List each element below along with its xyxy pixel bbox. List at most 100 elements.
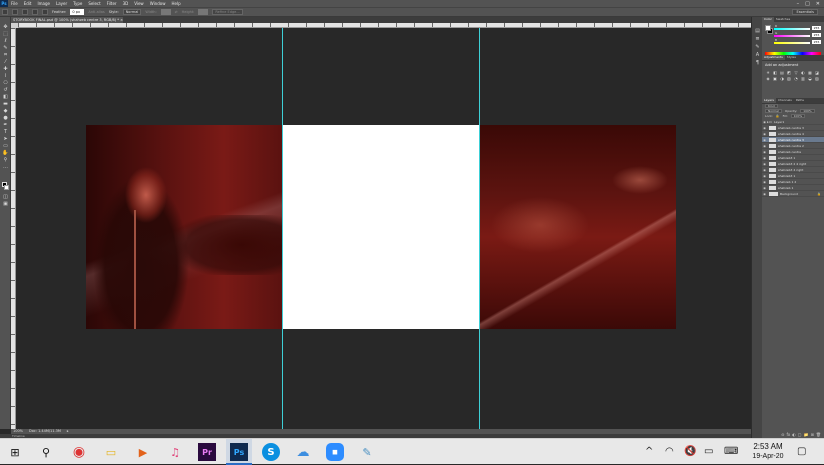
premiere-icon[interactable]: Pr: [198, 443, 216, 461]
marquee-tool-icon[interactable]: ⬚: [2, 32, 9, 37]
guide-line-right[interactable]: [479, 28, 480, 429]
clone-stamp-tool-icon[interactable]: ⎔: [2, 81, 9, 86]
chrome-icon[interactable]: ◉: [70, 443, 88, 461]
hand-tool-icon[interactable]: ✋: [2, 151, 9, 156]
new-selection-icon[interactable]: [12, 9, 18, 15]
lock-icon[interactable]: 🔒: [776, 114, 780, 119]
fill-input[interactable]: 100%: [790, 114, 806, 118]
menu-type[interactable]: Type: [70, 1, 85, 6]
feather-input[interactable]: 0 px: [70, 9, 85, 15]
onedrive-icon[interactable]: ☁: [294, 443, 312, 461]
blend-mode-select[interactable]: Normal: [765, 109, 782, 113]
minimize-button[interactable]: –: [797, 1, 800, 7]
crop-tool-icon[interactable]: ⌗: [2, 53, 9, 58]
layer-visibility-eye-icon[interactable]: ◉: [762, 156, 767, 160]
style-select[interactable]: Normal: [122, 9, 142, 15]
pen-tool-icon[interactable]: ✒: [2, 123, 9, 128]
color-balance-adjustment-icon[interactable]: ▦: [807, 70, 813, 75]
photoshop-taskbar-icon[interactable]: Ps: [230, 443, 248, 461]
media-player-icon[interactable]: ▶: [134, 443, 152, 461]
lasso-tool-icon[interactable]: ℓ: [2, 39, 9, 44]
type-tool-icon[interactable]: T: [2, 130, 9, 135]
skype-icon[interactable]: S: [262, 443, 280, 461]
layer-visibility-eye-icon[interactable]: ◉: [762, 180, 767, 184]
menu-help[interactable]: Help: [168, 1, 183, 6]
menu-select[interactable]: Select: [85, 1, 103, 6]
menu-edit[interactable]: Edit: [21, 1, 35, 6]
brush-tool-icon[interactable]: ⌇: [2, 74, 9, 79]
posterize-adjustment-icon[interactable]: ◔: [793, 76, 799, 81]
channel-mixer-adjustment-icon[interactable]: ▣: [772, 76, 778, 81]
layer-visibility-eye-icon[interactable]: ◉: [762, 150, 767, 154]
screen-mode-icon[interactable]: ▣: [2, 202, 9, 207]
guide-line-left[interactable]: [282, 28, 283, 429]
red-slider[interactable]: [774, 28, 810, 30]
layer-visibility-eye-icon[interactable]: ◉: [762, 138, 767, 142]
keyboard-icon[interactable]: ⌨: [724, 446, 738, 457]
green-value[interactable]: 255: [812, 33, 821, 37]
swap-icon[interactable]: ⇄: [175, 10, 178, 14]
threshold-adjustment-icon[interactable]: ▥: [800, 76, 806, 81]
layer-visibility-eye-icon[interactable]: ◉: [762, 192, 767, 196]
selective-color-adjustment-icon[interactable]: ◒: [807, 76, 813, 81]
opacity-input[interactable]: 100%: [800, 109, 815, 113]
menu-3d[interactable]: 3D: [120, 1, 132, 6]
levels-adjustment-icon[interactable]: ◧: [772, 70, 778, 75]
document-tab-close-icon[interactable]: ×: [120, 18, 123, 22]
battery-icon[interactable]: ▭: [704, 446, 713, 457]
file-explorer-icon[interactable]: ▭: [102, 443, 120, 461]
tray-overflow-icon[interactable]: ^: [645, 446, 653, 457]
marquee-tool-preset-icon[interactable]: [2, 9, 8, 15]
menu-filter[interactable]: Filter: [104, 1, 120, 6]
layer-visibility-eye-icon[interactable]: ◉: [762, 162, 767, 166]
more-tools-icon[interactable]: …: [2, 165, 9, 170]
menu-layer[interactable]: Layer: [53, 1, 70, 6]
refine-edge-button[interactable]: Refine Edge...: [212, 9, 243, 15]
menu-image[interactable]: Image: [34, 1, 53, 6]
red-value[interactable]: 255: [812, 26, 821, 30]
intersect-selection-icon[interactable]: [42, 9, 48, 15]
search-icon[interactable]: ⚲: [37, 443, 55, 461]
volume-muted-icon[interactable]: 🔇: [684, 446, 696, 457]
hue-saturation-adjustment-icon[interactable]: ◐: [800, 70, 806, 75]
color-spectrum[interactable]: [765, 52, 821, 55]
menu-file[interactable]: File: [8, 1, 21, 6]
history-brush-tool-icon[interactable]: ↺: [2, 88, 9, 93]
width-input[interactable]: [160, 9, 171, 15]
layer-lock-icon[interactable]: 🔒: [817, 192, 821, 196]
black-white-adjustment-icon[interactable]: ◪: [814, 70, 820, 75]
menu-view[interactable]: View: [131, 1, 147, 6]
left-photo-man-with-microphone[interactable]: [86, 125, 286, 329]
layer-visibility-eye-icon[interactable]: ◉: [762, 132, 767, 136]
character-panel-icon[interactable]: A: [754, 53, 761, 58]
vibrance-adjustment-icon[interactable]: ▽: [793, 70, 799, 75]
height-input[interactable]: [198, 9, 209, 15]
background-color-swatch[interactable]: [4, 185, 9, 190]
foreground-color-chip[interactable]: [765, 25, 771, 31]
layer-visibility-eye-icon[interactable]: ◉: [762, 174, 767, 178]
blue-slider[interactable]: [774, 42, 810, 44]
paint-icon[interactable]: ✎: [358, 443, 376, 461]
exposure-adjustment-icon[interactable]: ◩: [786, 70, 792, 75]
shape-tool-icon[interactable]: ▭: [2, 144, 9, 149]
curves-adjustment-icon[interactable]: ▤: [779, 70, 785, 75]
layer-visibility-eye-icon[interactable]: ◉: [762, 168, 767, 172]
vertical-ruler[interactable]: [11, 28, 16, 429]
blur-tool-icon[interactable]: ◆: [2, 109, 9, 114]
history-panel-icon[interactable]: ▤: [754, 29, 761, 34]
layer-row[interactable]: ◉ Background 🔒: [762, 191, 824, 197]
subtract-selection-icon[interactable]: [32, 9, 38, 15]
close-button[interactable]: ✕: [816, 1, 820, 7]
properties-panel-icon[interactable]: ≣: [754, 37, 761, 42]
gradient-map-adjustment-icon[interactable]: ▨: [814, 76, 820, 81]
green-slider[interactable]: [774, 35, 810, 37]
antialias-checkbox[interactable]: Anti-alias: [88, 10, 104, 14]
gradient-tool-icon[interactable]: ▬: [2, 102, 9, 107]
eraser-tool-icon[interactable]: ◧: [2, 95, 9, 100]
blank-center-page[interactable]: [283, 125, 480, 329]
notifications-icon[interactable]: ▢: [797, 446, 806, 457]
workspace-select[interactable]: Essentials: [792, 9, 818, 15]
eyedropper-tool-icon[interactable]: ⁄: [2, 60, 9, 65]
quick-select-tool-icon[interactable]: ✎: [2, 46, 9, 51]
layer-visibility-eye-icon[interactable]: ◉: [762, 186, 767, 190]
